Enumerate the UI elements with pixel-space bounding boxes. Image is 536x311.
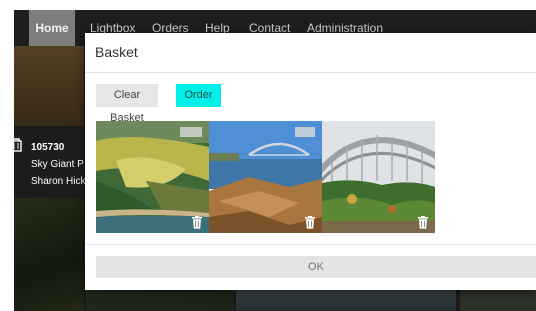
basket-modal: Basket Clear Basket Order OK (85, 33, 536, 290)
clear-basket-button[interactable]: Clear Basket (96, 84, 158, 124)
modal-title: Basket (95, 44, 138, 60)
order-button[interactable]: Order (176, 84, 221, 107)
trash-icon[interactable] (304, 216, 316, 229)
footer-divider (85, 244, 536, 245)
nav-home[interactable]: Home (29, 10, 75, 48)
card-id: 105730 (31, 142, 65, 153)
header-divider (85, 72, 536, 73)
trash-icon[interactable] (417, 216, 429, 229)
cart-icon[interactable] (10, 138, 22, 152)
ok-button[interactable]: OK (96, 256, 536, 278)
basket-thumbnail[interactable] (322, 121, 435, 233)
app-page: Home Lightbox Orders Help Contact Admini… (0, 0, 536, 311)
card-author: Sharon Hick (31, 176, 86, 187)
left-margin (0, 0, 14, 311)
trash-icon[interactable] (191, 216, 203, 229)
background-card-caption: 105730 Sky Giant P Sharon Hick (31, 141, 85, 189)
basket-thumbnail[interactable] (96, 121, 209, 233)
card-title: Sky Giant P (31, 159, 84, 170)
basket-thumbnail[interactable] (209, 121, 322, 233)
